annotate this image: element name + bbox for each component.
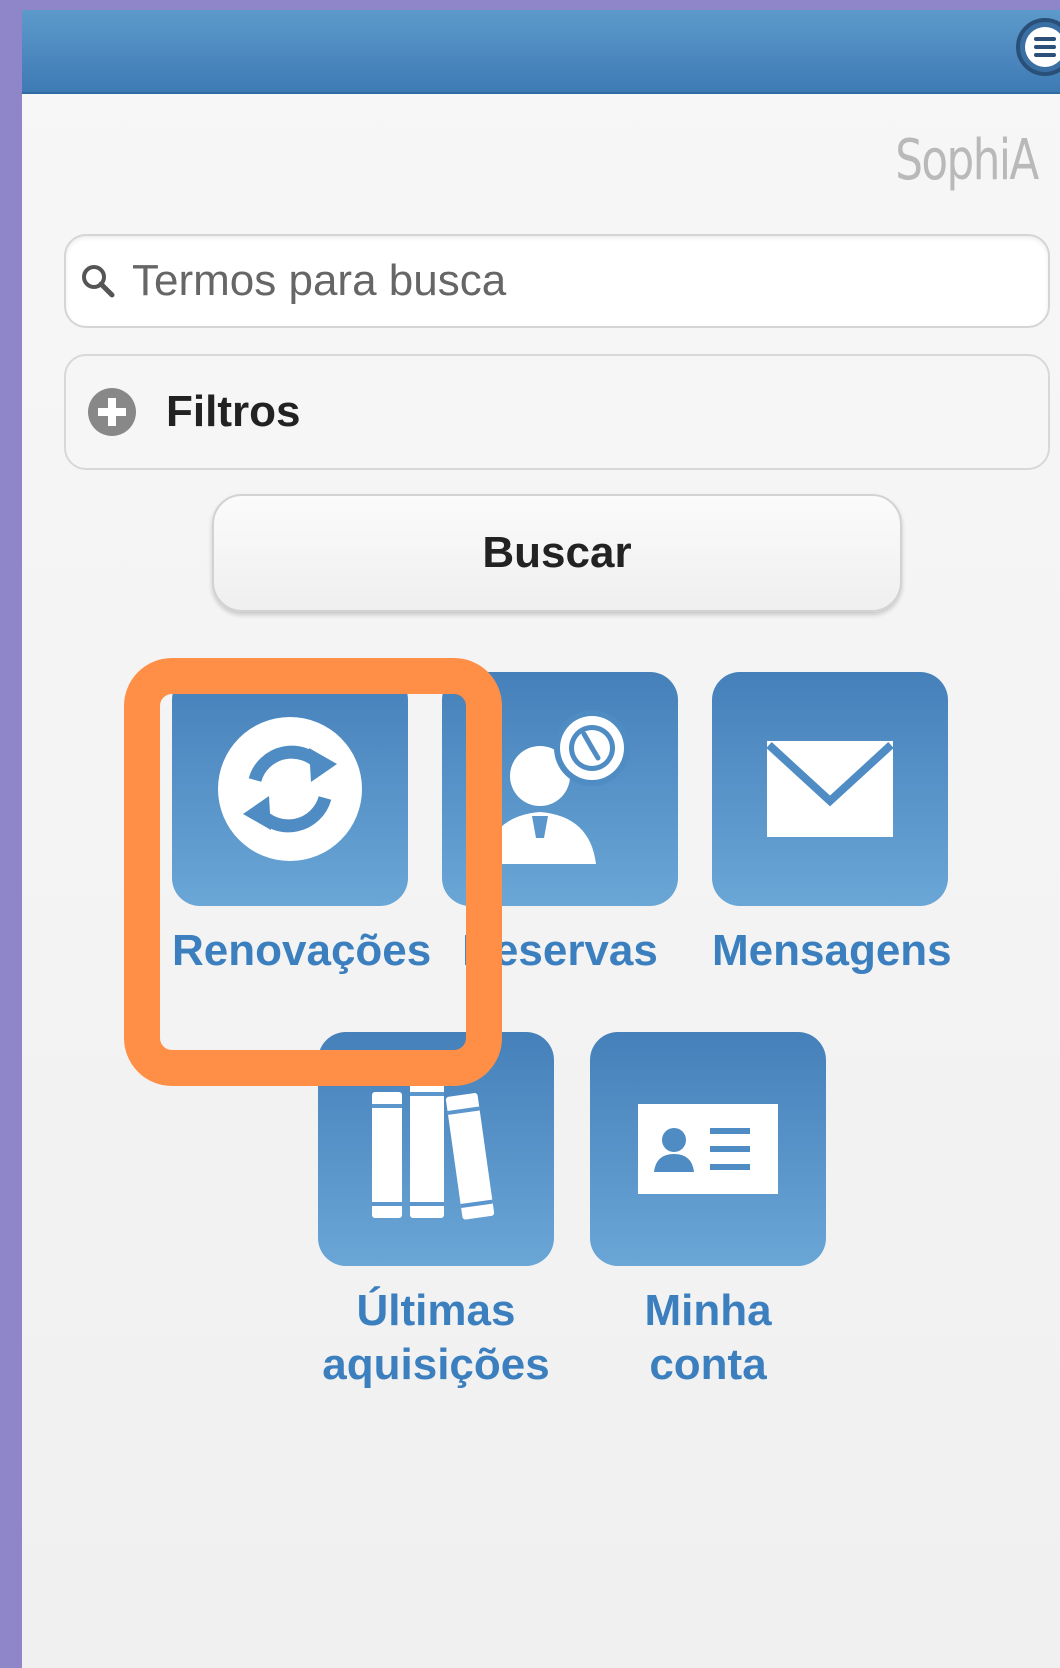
sophia-logo: SophiA — [895, 128, 1039, 193]
search-input[interactable] — [130, 255, 1014, 307]
filters-label: Filtros — [166, 387, 301, 436]
tile-minha-conta-label: Minha conta — [590, 1284, 826, 1392]
search-box[interactable] — [64, 234, 1050, 328]
books-icon — [372, 1078, 495, 1220]
tile-mensagens-label: Mensagens — [712, 926, 952, 975]
id-card-icon — [638, 1104, 778, 1194]
tile-ultimas-label-line2: aquisições — [322, 1340, 550, 1389]
tile-minha-conta-box[interactable] — [590, 1032, 826, 1266]
filters-toggle[interactable]: Filtros — [64, 354, 1050, 470]
tile-minha-conta-label-line2: conta — [649, 1340, 767, 1389]
tile-mensagens-box[interactable] — [712, 672, 948, 906]
plus-circle-icon — [88, 388, 136, 436]
envelope-icon — [766, 741, 894, 837]
hamburger-icon — [1025, 27, 1060, 67]
app-screen: SophiA Filtros Buscar Renovações — [22, 10, 1060, 1668]
menu-button[interactable] — [1016, 18, 1060, 76]
search-icon — [82, 265, 115, 298]
tile-ultimas-label: Últimas aquisições — [318, 1284, 554, 1392]
tile-ultimas-label-line1: Últimas — [356, 1286, 516, 1335]
tile-minha-conta[interactable]: Minha conta — [590, 1032, 826, 1392]
search-button[interactable]: Buscar — [212, 494, 902, 612]
tile-mensagens[interactable]: Mensagens — [712, 672, 952, 978]
tile-ultimas-aquisicoes[interactable]: Últimas aquisições — [318, 1032, 554, 1392]
highlight-frame — [124, 658, 502, 1086]
top-bar — [22, 10, 1060, 94]
tile-minha-conta-label-line1: Minha — [644, 1286, 772, 1335]
